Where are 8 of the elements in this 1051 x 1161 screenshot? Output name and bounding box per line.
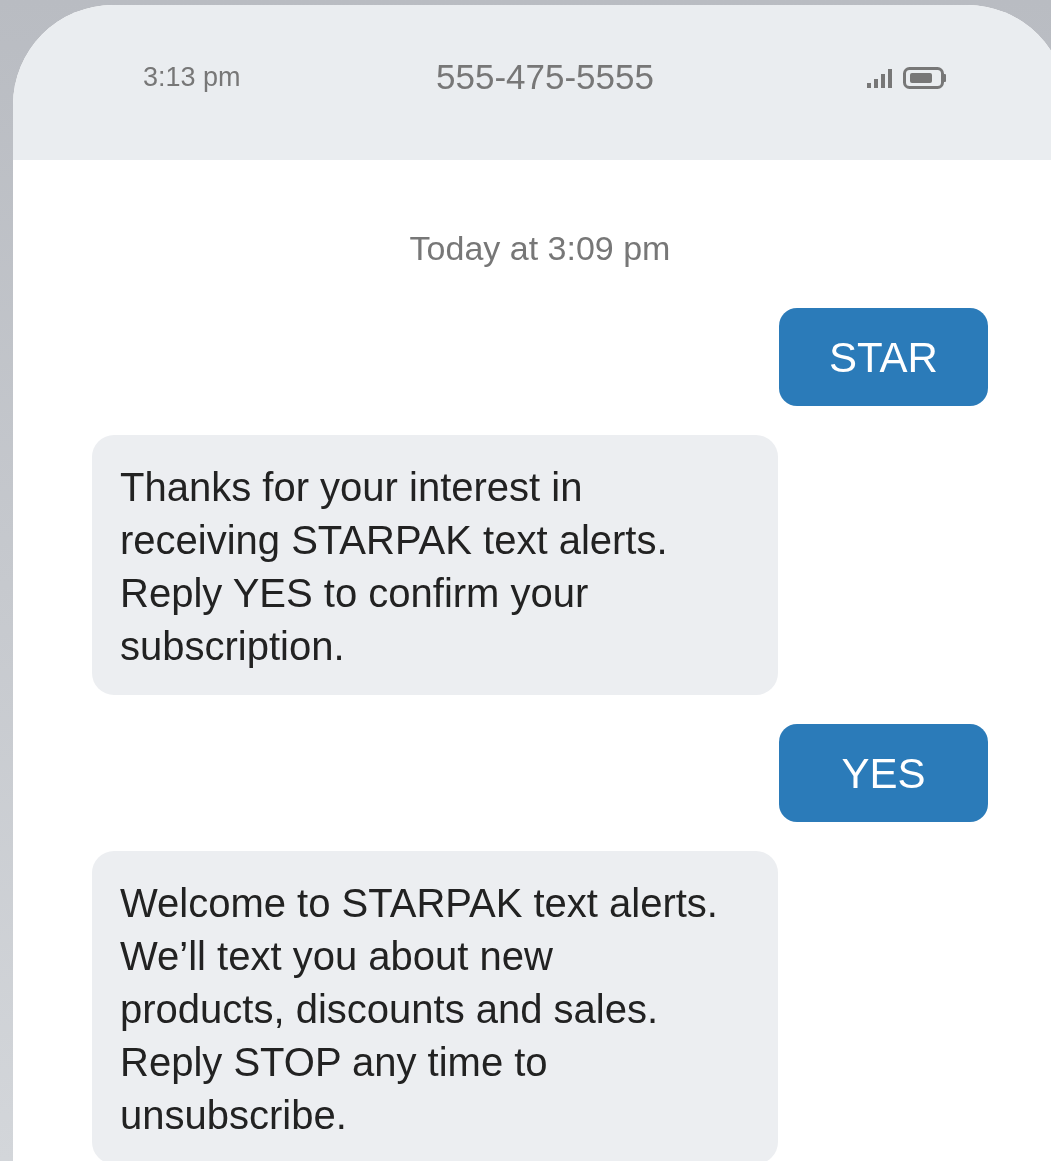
battery-icon bbox=[903, 66, 947, 89]
received-message-bubble: Thanks for your interest in receiving STARPAK text alerts. Reply YES to confirm your subscription. bbox=[92, 435, 778, 695]
status-time: 3:13 pm bbox=[143, 61, 241, 95]
contact-number: 555-475-5555 bbox=[436, 56, 654, 99]
received-message-bubble: Welcome to STARPAK text alerts. We’ll text you about new products, discounts and sales. Reply STOP any time to unsubscribe. bbox=[92, 851, 778, 1161]
sent-message-bubble: YES bbox=[779, 724, 988, 822]
sent-message-bubble: STAR bbox=[779, 308, 988, 406]
timestamp: Today at 3:09 pm bbox=[409, 228, 671, 269]
